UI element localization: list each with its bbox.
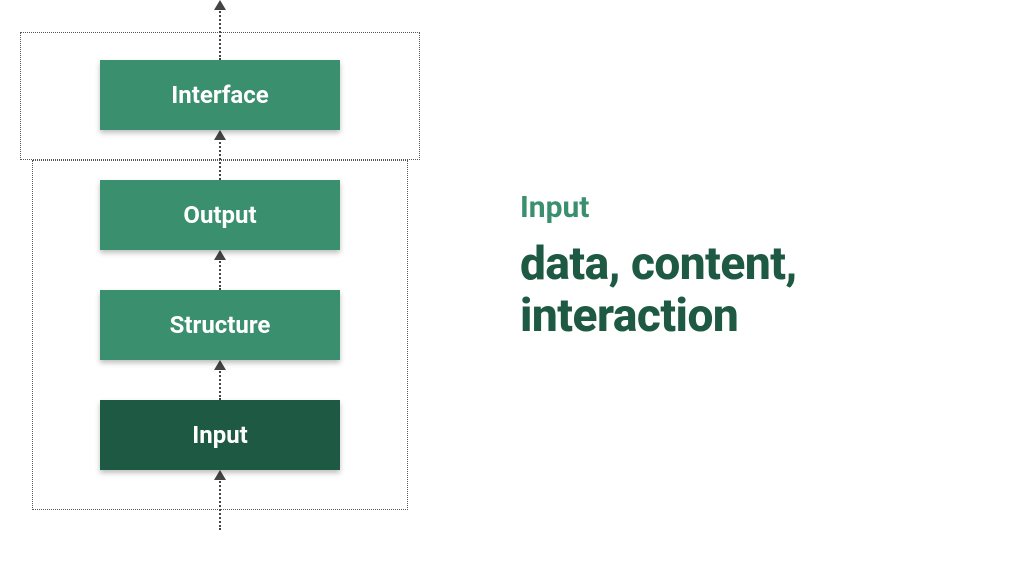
box-label: Interface xyxy=(171,81,268,109)
box-label: Structure xyxy=(170,311,271,339)
box-label: Output xyxy=(183,201,256,229)
arrow-input-to-structure-icon xyxy=(218,360,222,400)
arrow-output-to-interface-icon xyxy=(218,130,222,180)
box-structure: Structure xyxy=(100,290,340,360)
box-output: Output xyxy=(100,180,340,250)
description-body: data, content, interaction xyxy=(520,239,1000,342)
box-interface: Interface xyxy=(100,60,340,130)
arrow-structure-to-output-icon xyxy=(218,250,222,290)
layer-diagram: Interface Output Structure Input xyxy=(20,0,420,563)
description-heading: Input xyxy=(520,190,1000,225)
arrow-in-bottom-icon xyxy=(218,470,222,530)
box-input: Input xyxy=(100,400,340,470)
description-panel: Input data, content, interaction xyxy=(520,190,1000,342)
arrow-out-top-icon xyxy=(218,0,222,60)
slide: Interface Output Structure Input Input d… xyxy=(0,0,1024,563)
box-label: Input xyxy=(192,421,248,449)
